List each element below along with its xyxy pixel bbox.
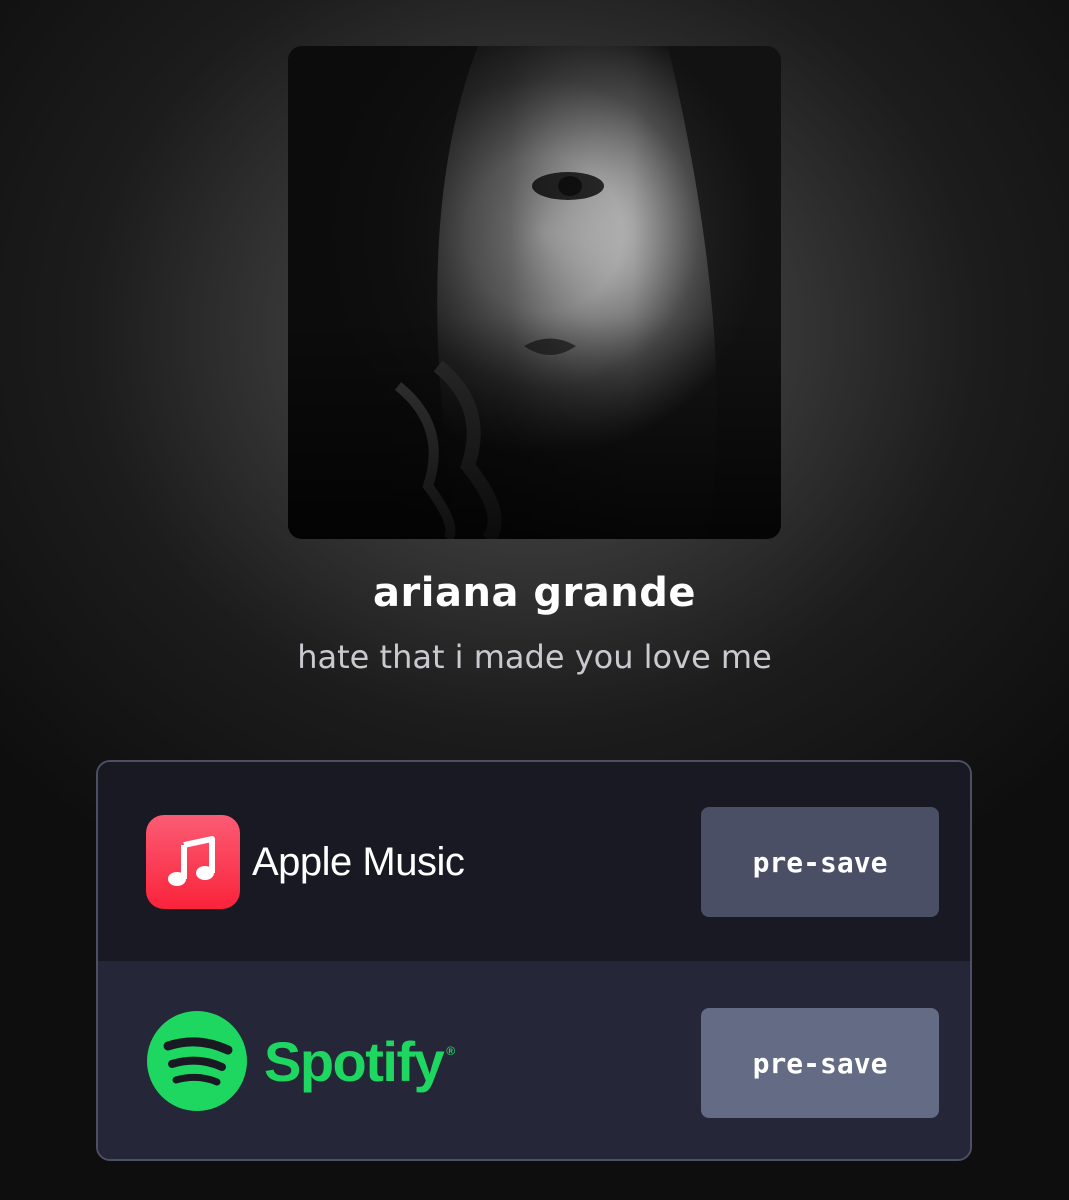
apple-music-icon [146, 815, 240, 909]
apple-music-label: Apple Music [252, 839, 465, 884]
spotify-logo: Spotify ® [146, 1009, 455, 1113]
track-title: hate that i made you love me [297, 638, 772, 676]
service-row-spotify: Spotify ® pre-save [98, 961, 970, 1159]
artist-name: ariana grande [373, 570, 696, 616]
spotify-icon [147, 1011, 247, 1111]
presave-panel: Apple Music pre-save Spotify ® pre-save [96, 760, 972, 1161]
registered-mark-icon: ® [446, 1043, 456, 1058]
album-cover [288, 46, 781, 539]
apple-music-logo: Apple Music [146, 814, 465, 910]
spotify-label: Spotify [264, 1029, 445, 1093]
service-row-apple-music: Apple Music pre-save [98, 762, 970, 962]
apple-music-presave-button[interactable]: pre-save [701, 807, 939, 917]
spotify-presave-button[interactable]: pre-save [701, 1008, 939, 1118]
